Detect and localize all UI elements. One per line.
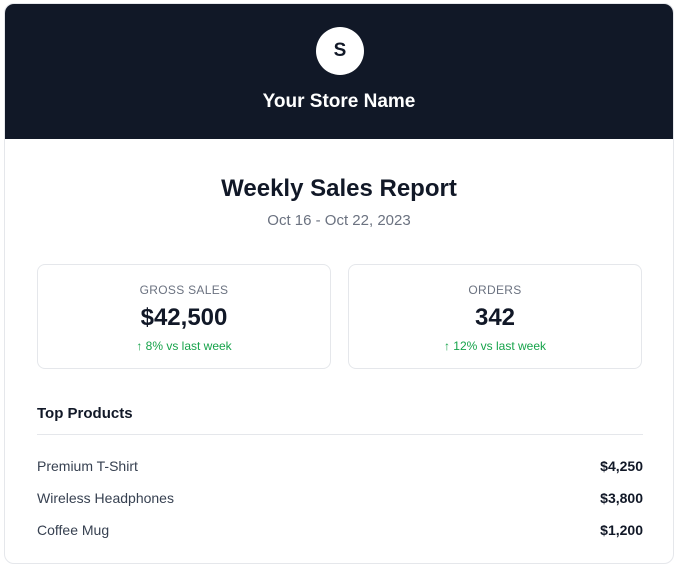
orders-card: ORDERS 342 ↑ 12% vs last week bbox=[348, 264, 642, 369]
product-row: Wireless Headphones $3,800 bbox=[37, 482, 643, 514]
date-range: Oct 16 - Oct 22, 2023 bbox=[267, 212, 411, 229]
store-header: S Your Store Name bbox=[5, 4, 673, 139]
stat-label: ORDERS bbox=[468, 283, 522, 297]
top-products-title: Top Products bbox=[37, 405, 133, 422]
stat-label: GROSS SALES bbox=[139, 283, 229, 297]
product-name: Premium T-Shirt bbox=[37, 458, 138, 474]
product-amount: $3,800 bbox=[600, 490, 643, 506]
stat-value: $42,500 bbox=[140, 304, 228, 331]
logo-letter: S bbox=[333, 40, 347, 61]
gross-sales-card: GROSS SALES $42,500 ↑ 8% vs last week bbox=[37, 264, 331, 369]
stat-change: ↑ 12% vs last week bbox=[443, 339, 547, 353]
divider bbox=[37, 434, 643, 435]
stat-change: ↑ 8% vs last week bbox=[136, 339, 232, 353]
product-amount: $4,250 bbox=[600, 458, 643, 474]
product-name: Coffee Mug bbox=[37, 522, 110, 538]
product-row: Coffee Mug $1,200 bbox=[37, 514, 643, 546]
product-amount: $1,200 bbox=[600, 522, 643, 538]
product-name: Wireless Headphones bbox=[37, 490, 174, 506]
report-card: S Your Store Name Weekly Sales Report Oc… bbox=[4, 3, 674, 564]
store-name: Your Store Name bbox=[262, 91, 416, 112]
top-products-list: Premium T-Shirt $4,250 Wireless Headphon… bbox=[37, 450, 643, 546]
report-title: Weekly Sales Report bbox=[221, 175, 457, 202]
product-row: Premium T-Shirt $4,250 bbox=[37, 450, 643, 482]
store-logo: S bbox=[316, 27, 364, 75]
stat-value: 342 bbox=[474, 304, 516, 331]
